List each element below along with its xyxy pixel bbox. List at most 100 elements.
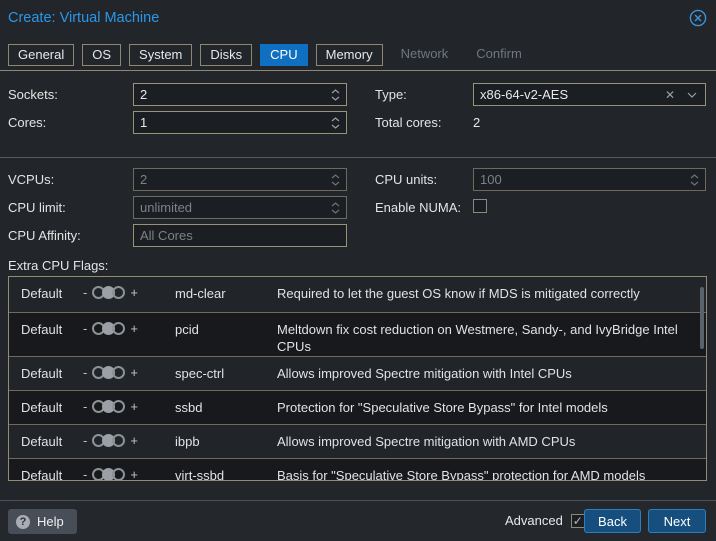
chevron-down-icon (687, 92, 697, 98)
slider-pos-on[interactable] (112, 434, 125, 447)
cpu-affinity-placeholder: All Cores (134, 228, 193, 243)
flag-state-label: Default (21, 286, 83, 301)
slider-increase[interactable]: + (130, 467, 138, 481)
slider-increase[interactable]: + (130, 365, 138, 380)
spinner-buttons (331, 202, 346, 214)
cpu-affinity-label: CPU Affinity: (8, 228, 81, 243)
dialog-title: Create: Virtual Machine (8, 10, 159, 26)
tab-memory[interactable]: Memory (316, 44, 383, 66)
slider-pos-on[interactable] (112, 286, 125, 299)
advanced-label: Advanced (505, 513, 563, 528)
chevron-down-icon (331, 124, 340, 129)
slider-increase[interactable]: + (130, 433, 138, 448)
chevron-up-icon (331, 117, 340, 122)
help-button[interactable]: ? Help (8, 509, 77, 534)
slider-pos-on[interactable] (112, 400, 125, 413)
chevron-down-icon (690, 181, 699, 186)
slider-decrease[interactable]: - (83, 321, 87, 336)
tabbar-divider (0, 70, 716, 71)
back-button[interactable]: Back (584, 509, 641, 533)
tab-cpu[interactable]: CPU (260, 44, 307, 66)
flag-row-pcid: Default - + pcid Meltdown fix cost reduc… (9, 312, 706, 356)
cores-spinner[interactable]: 1 (133, 111, 347, 134)
flag-state-label: Default (21, 434, 83, 449)
flag-slider[interactable]: - + (83, 399, 175, 414)
tab-confirm: Confirm (466, 44, 532, 66)
total-cores-label: Total cores: (375, 115, 441, 130)
flag-slider[interactable]: - + (83, 467, 175, 481)
slider-pos-on[interactable] (112, 322, 125, 335)
slider-decrease[interactable]: - (83, 365, 87, 380)
tab-network: Network (391, 44, 459, 66)
tab-general[interactable]: General (8, 44, 74, 66)
flag-row-ssbd: Default - + ssbd Protection for "Specula… (9, 390, 706, 424)
type-combo[interactable]: x86-64-v2-AES ✕ (473, 83, 706, 106)
flag-name: ssbd (175, 400, 277, 415)
cpu-limit-value: unlimited (134, 200, 192, 215)
flag-state-label: Default (21, 400, 83, 415)
create-vm-dialog: Create: Virtual Machine General OS Syste… (0, 0, 716, 541)
cpu-units-spinner: 100 (473, 168, 706, 191)
slider-increase[interactable]: + (130, 285, 138, 300)
flag-description: Meltdown fix cost reduction on Westmere,… (277, 322, 682, 356)
flag-state-label: Default (21, 322, 83, 337)
flag-row-spec-ctrl: Default - + spec-ctrl Allows improved Sp… (9, 356, 706, 390)
flag-name: ibpb (175, 434, 277, 449)
close-icon[interactable] (689, 9, 707, 27)
spinner-buttons (331, 174, 346, 186)
cpu-units-value: 100 (474, 172, 502, 187)
flag-description: Required to let the guest OS know if MDS… (277, 286, 682, 303)
tab-disks[interactable]: Disks (200, 44, 252, 66)
chevron-up-icon (331, 202, 340, 207)
spinner-buttons[interactable] (331, 89, 346, 101)
slider-increase[interactable]: + (130, 399, 138, 414)
flag-row-ibpb: Default - + ibpb Allows improved Spectre… (9, 424, 706, 458)
vcpus-value: 2 (134, 172, 147, 187)
flag-slider[interactable]: - + (83, 433, 175, 448)
vcpus-label: VCPUs: (8, 172, 54, 187)
chevron-down-icon (331, 209, 340, 214)
help-label: Help (37, 514, 64, 529)
enable-numa-checkbox[interactable] (473, 199, 487, 213)
flag-description: Basis for "Speculative Store Bypass" pro… (277, 468, 682, 481)
chevron-up-icon (331, 174, 340, 179)
spinner-buttons[interactable] (331, 117, 346, 129)
cores-label: Cores: (8, 115, 46, 130)
flag-name: md-clear (175, 286, 277, 301)
slider-decrease[interactable]: - (83, 285, 87, 300)
flag-description: Allows improved Spectre mitigation with … (277, 366, 682, 383)
slider-pos-on[interactable] (112, 366, 125, 379)
flag-state-label: Default (21, 366, 83, 381)
cpu-units-label: CPU units: (375, 172, 437, 187)
tab-system[interactable]: System (129, 44, 192, 66)
slider-pos-on[interactable] (112, 468, 125, 481)
tab-os[interactable]: OS (82, 44, 121, 66)
table-scrollbar[interactable] (700, 287, 704, 349)
chevron-down-icon (331, 96, 340, 101)
chevron-down-icon (331, 181, 340, 186)
slider-decrease[interactable]: - (83, 467, 87, 481)
flag-name: pcid (175, 322, 277, 337)
flag-slider[interactable]: - + (83, 321, 175, 336)
spinner-buttons (690, 174, 705, 186)
type-value: x86-64-v2-AES (474, 87, 568, 102)
vcpus-spinner: 2 (133, 168, 347, 191)
slider-decrease[interactable]: - (83, 399, 87, 414)
clear-icon[interactable]: ✕ (665, 88, 675, 102)
cpu-limit-label: CPU limit: (8, 200, 66, 215)
flag-slider[interactable]: - + (83, 365, 175, 380)
flag-state-label: Default (21, 468, 83, 481)
next-button[interactable]: Next (648, 509, 706, 533)
cpu-affinity-input[interactable]: All Cores (133, 224, 347, 247)
sockets-spinner[interactable]: 2 (133, 83, 347, 106)
flag-slider[interactable]: - + (83, 285, 175, 300)
cpu-limit-spinner: unlimited (133, 196, 347, 219)
flag-row-virt-ssbd: Default - + virt-ssbd Basis for "Specula… (9, 458, 706, 481)
flag-description: Protection for "Speculative Store Bypass… (277, 400, 682, 417)
slider-increase[interactable]: + (130, 321, 138, 336)
question-icon: ? (16, 515, 30, 529)
cores-value: 1 (134, 115, 147, 130)
advanced-checkbox[interactable] (571, 514, 585, 528)
slider-decrease[interactable]: - (83, 433, 87, 448)
flag-description: Allows improved Spectre mitigation with … (277, 434, 682, 451)
